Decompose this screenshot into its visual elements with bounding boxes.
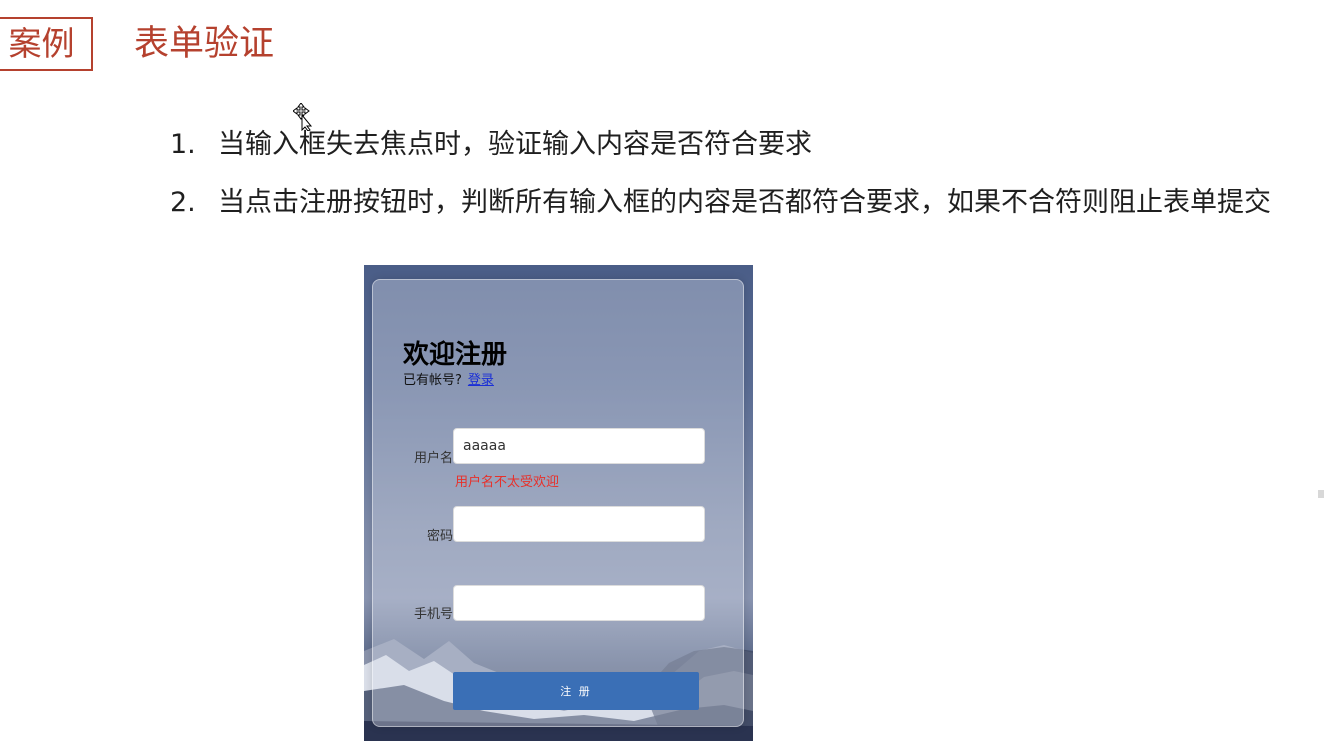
move-cursor-icon: [293, 103, 313, 131]
case-tag: 案例: [0, 17, 93, 71]
phone-label: 手机号: [413, 607, 453, 622]
password-label: 密码: [426, 529, 453, 544]
has-account-text: 已有帐号?: [403, 373, 462, 388]
step-number: 1.: [170, 129, 196, 160]
slide-title: 表单验证: [134, 24, 275, 64]
demo-screenshot: 欢迎注册 已有帐号? 登录 用户名 用户名不太受欢迎 密码 手机号 注 册: [364, 265, 753, 741]
edge-marker: [1318, 490, 1324, 498]
register-card: 欢迎注册 已有帐号? 登录 用户名 用户名不太受欢迎 密码 手机号 注 册: [372, 279, 744, 727]
password-input[interactable]: [453, 506, 705, 542]
step-number: 2.: [170, 187, 196, 218]
phone-input[interactable]: [453, 585, 705, 621]
username-input[interactable]: [453, 428, 705, 464]
register-subtitle: 已有帐号? 登录: [403, 372, 494, 390]
login-link[interactable]: 登录: [468, 373, 494, 388]
register-title: 欢迎注册: [403, 340, 508, 370]
list-item: 2. 当点击注册按钮时，判断所有输入框的内容是否都符合要求，如果不合符则阻止表单提…: [170, 180, 1271, 238]
slide: 案例 表单验证 1. 当输入框失去焦点时，验证输入内容是否符合要求 2. 当点击注册…: [0, 0, 1330, 741]
step-text: 当点击注册按钮时，判断所有输入框的内容是否都符合要求，如果不合符则阻止表单提交: [218, 187, 1271, 218]
step-text: 当输入框失去焦点时，验证输入内容是否符合要求: [218, 129, 812, 160]
username-error: 用户名不太受欢迎: [455, 475, 560, 490]
steps-list: 1. 当输入框失去焦点时，验证输入内容是否符合要求 2. 当点击注册按钮时，判断所有…: [170, 122, 1271, 238]
list-item: 1. 当输入框失去焦点时，验证输入内容是否符合要求: [170, 122, 1271, 180]
register-button[interactable]: 注 册: [453, 672, 699, 710]
username-label: 用户名: [413, 451, 453, 466]
